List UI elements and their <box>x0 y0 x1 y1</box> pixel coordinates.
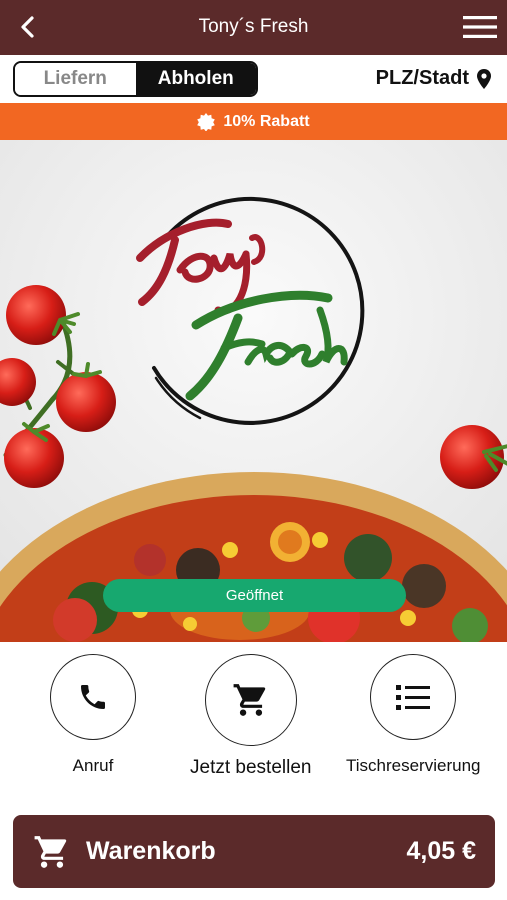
cart-icon <box>34 836 67 868</box>
discount-banner: 10% Rabatt <box>0 103 507 140</box>
call-button[interactable] <box>50 654 136 740</box>
app-header: Tony´s Fresh <box>0 0 507 55</box>
cart-total: 4,05 € <box>406 837 476 865</box>
call-action[interactable]: Anruf <box>50 654 136 776</box>
reservation-label: Tischreservierung <box>346 756 481 775</box>
order-mode-bar: Liefern Abholen PLZ/Stadt <box>0 55 507 103</box>
hero-banner: Geöffnet <box>0 140 507 642</box>
list-icon <box>396 685 431 710</box>
quick-actions: Anruf Jetzt bestellen Tischreservierung <box>0 642 507 807</box>
hero-illustration <box>0 140 507 642</box>
page-title: Tony´s Fresh <box>198 16 309 37</box>
reservation-button[interactable] <box>370 654 457 740</box>
mode-pickup-option[interactable]: Abholen <box>135 63 256 95</box>
reservation-action[interactable]: Tischreservierung <box>346 654 480 776</box>
hamburger-menu-icon[interactable] <box>463 14 497 40</box>
location-selector[interactable]: PLZ/Stadt <box>376 67 491 90</box>
order-now-label: Jetzt bestellen <box>190 757 312 778</box>
mode-delivery-option[interactable]: Liefern <box>15 63 136 95</box>
order-now-button[interactable] <box>204 654 297 746</box>
cart-icon <box>233 684 265 716</box>
open-status-badge[interactable]: Geöffnet <box>103 579 406 612</box>
phone-icon <box>81 685 105 709</box>
discount-label: 10% Rabatt <box>223 112 310 130</box>
badge-icon <box>197 112 216 131</box>
order-now-action[interactable]: Jetzt bestellen <box>190 654 311 779</box>
location-label: PLZ/Stadt <box>375 67 469 89</box>
order-mode-toggle: Liefern Abholen <box>13 61 258 97</box>
map-pin-icon <box>477 68 491 89</box>
cart-label: Warenkorb <box>86 837 216 865</box>
cart-bar[interactable]: Warenkorb 4,05 € <box>13 815 495 888</box>
call-label: Anruf <box>72 756 114 775</box>
